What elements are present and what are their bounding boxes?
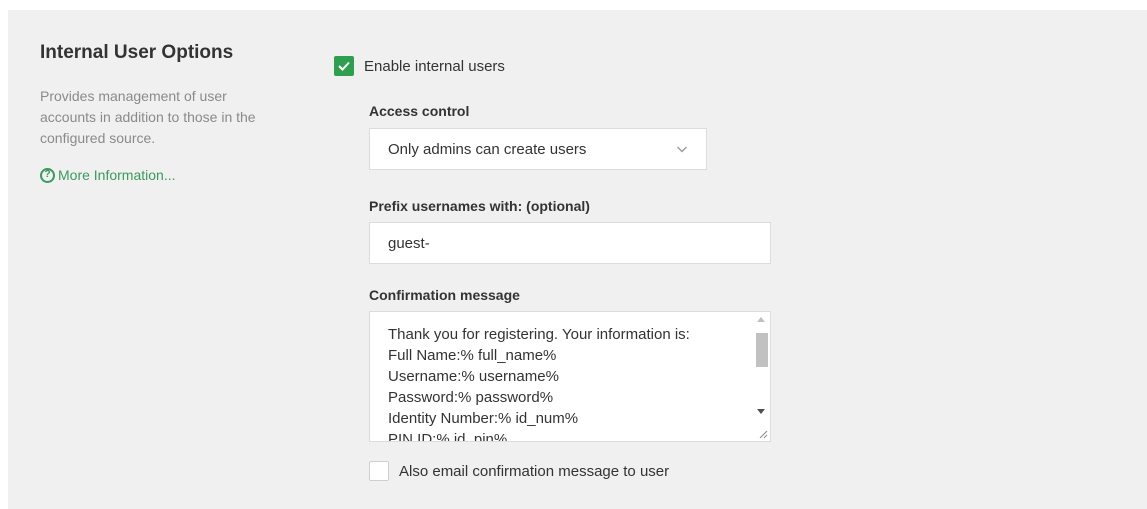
prefix-usernames-label: Prefix usernames with: (optional) — [369, 198, 590, 214]
chevron-down-icon — [677, 146, 687, 153]
resize-handle-icon[interactable] — [756, 427, 768, 439]
access-control-selected-value: Only admins can create users — [388, 140, 587, 158]
enable-internal-users-option[interactable]: Enable internal users — [334, 56, 505, 76]
help-circle-icon: ? — [40, 167, 55, 183]
confirmation-message-textarea[interactable]: Thank you for registering. Your informat… — [369, 311, 771, 442]
textarea-scrollbar[interactable] — [753, 312, 770, 441]
email-confirmation-checkbox[interactable] — [369, 461, 389, 481]
more-information-label: More Information... — [58, 167, 176, 183]
email-confirmation-label: Also email confirmation message to user — [399, 462, 670, 480]
enable-internal-users-checkbox[interactable] — [334, 56, 354, 76]
internal-user-options-panel: Internal User Options Provides managemen… — [8, 10, 1147, 509]
scroll-down-arrow-icon[interactable] — [757, 409, 765, 414]
section-description: Provides management of user accounts in … — [40, 88, 256, 146]
prefix-usernames-input[interactable] — [369, 222, 771, 264]
scroll-up-arrow-icon[interactable] — [757, 317, 765, 322]
access-control-label: Access control — [369, 103, 470, 119]
section-info: Internal User Options Provides managemen… — [40, 40, 280, 183]
section-title: Internal User Options — [40, 42, 234, 63]
checkmark-icon — [338, 61, 350, 71]
scrollbar-thumb[interactable] — [756, 333, 768, 367]
access-control-select[interactable]: Only admins can create users — [369, 128, 707, 170]
confirmation-message-label: Confirmation message — [369, 287, 520, 303]
enable-internal-users-label: Enable internal users — [364, 57, 505, 75]
email-confirmation-option[interactable]: Also email confirmation message to user — [369, 461, 669, 481]
more-information-link[interactable]: ? More Information... — [40, 167, 280, 183]
confirmation-message-text: Thank you for registering. Your informat… — [388, 326, 690, 442]
